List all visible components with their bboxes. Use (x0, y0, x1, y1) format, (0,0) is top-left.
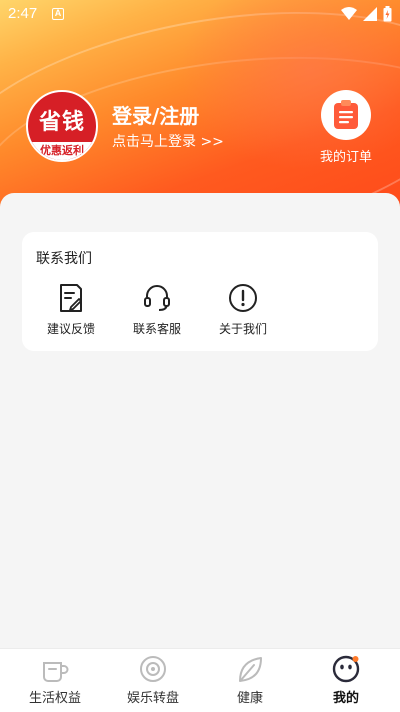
status-time: 2:47 (8, 5, 38, 22)
my-orders-button[interactable]: 我的订单 (310, 90, 382, 165)
battery-icon (383, 6, 392, 22)
tab-health-label: 健康 (236, 691, 263, 706)
signal-icon (363, 7, 377, 21)
feedback-label: 建议反馈 (46, 322, 95, 336)
about-us-label: 关于我们 (218, 322, 267, 336)
contact-us-title: 联系我们 (36, 251, 92, 267)
coffee-icon (43, 662, 69, 682)
login-register-link[interactable]: 登录/注册 (112, 100, 199, 129)
my-orders-label: 我的订单 (319, 150, 372, 165)
clipboard-icon (334, 100, 358, 129)
avatar[interactable]: 省钱 优惠返利 (26, 90, 98, 162)
tab-entertainment-wheel-label: 娱乐转盘 (126, 691, 179, 706)
leaf-icon (239, 657, 262, 682)
tab-mine[interactable]: 我的 (296, 649, 396, 712)
notification-icon: A (52, 8, 64, 20)
customer-service-button[interactable]: 联系客服 (117, 282, 197, 337)
info-icon (229, 284, 257, 312)
tab-life-benefits[interactable]: 生活权益 (5, 649, 105, 712)
avatar-logo-text: 省钱 (38, 110, 85, 135)
headset-icon (144, 285, 170, 311)
tab-mine-label: 我的 (332, 691, 359, 706)
wheel-icon (140, 656, 166, 682)
tab-life-benefits-label: 生活权益 (28, 691, 81, 706)
status-bar: 2:47 A (0, 0, 400, 28)
contact-us-card: 联系我们 建议反馈 联系客服 关于我们 (22, 232, 378, 351)
tab-entertainment-wheel[interactable]: 娱乐转盘 (103, 649, 203, 712)
feedback-button[interactable]: 建议反馈 (31, 282, 111, 337)
feedback-icon (60, 284, 82, 312)
tab-health[interactable]: 健康 (200, 649, 300, 712)
avatar-logo-subtext: 优惠返利 (28, 142, 96, 160)
wifi-icon (341, 7, 357, 20)
profile-face-icon (332, 655, 360, 683)
about-us-button[interactable]: 关于我们 (203, 282, 283, 337)
customer-service-label: 联系客服 (132, 322, 181, 336)
bottom-tab-bar: 生活权益 娱乐转盘 健康 我的 (0, 648, 400, 712)
login-prompt-link[interactable]: 点击马上登录 >> (112, 131, 224, 151)
orders-icon-circle (321, 90, 371, 140)
